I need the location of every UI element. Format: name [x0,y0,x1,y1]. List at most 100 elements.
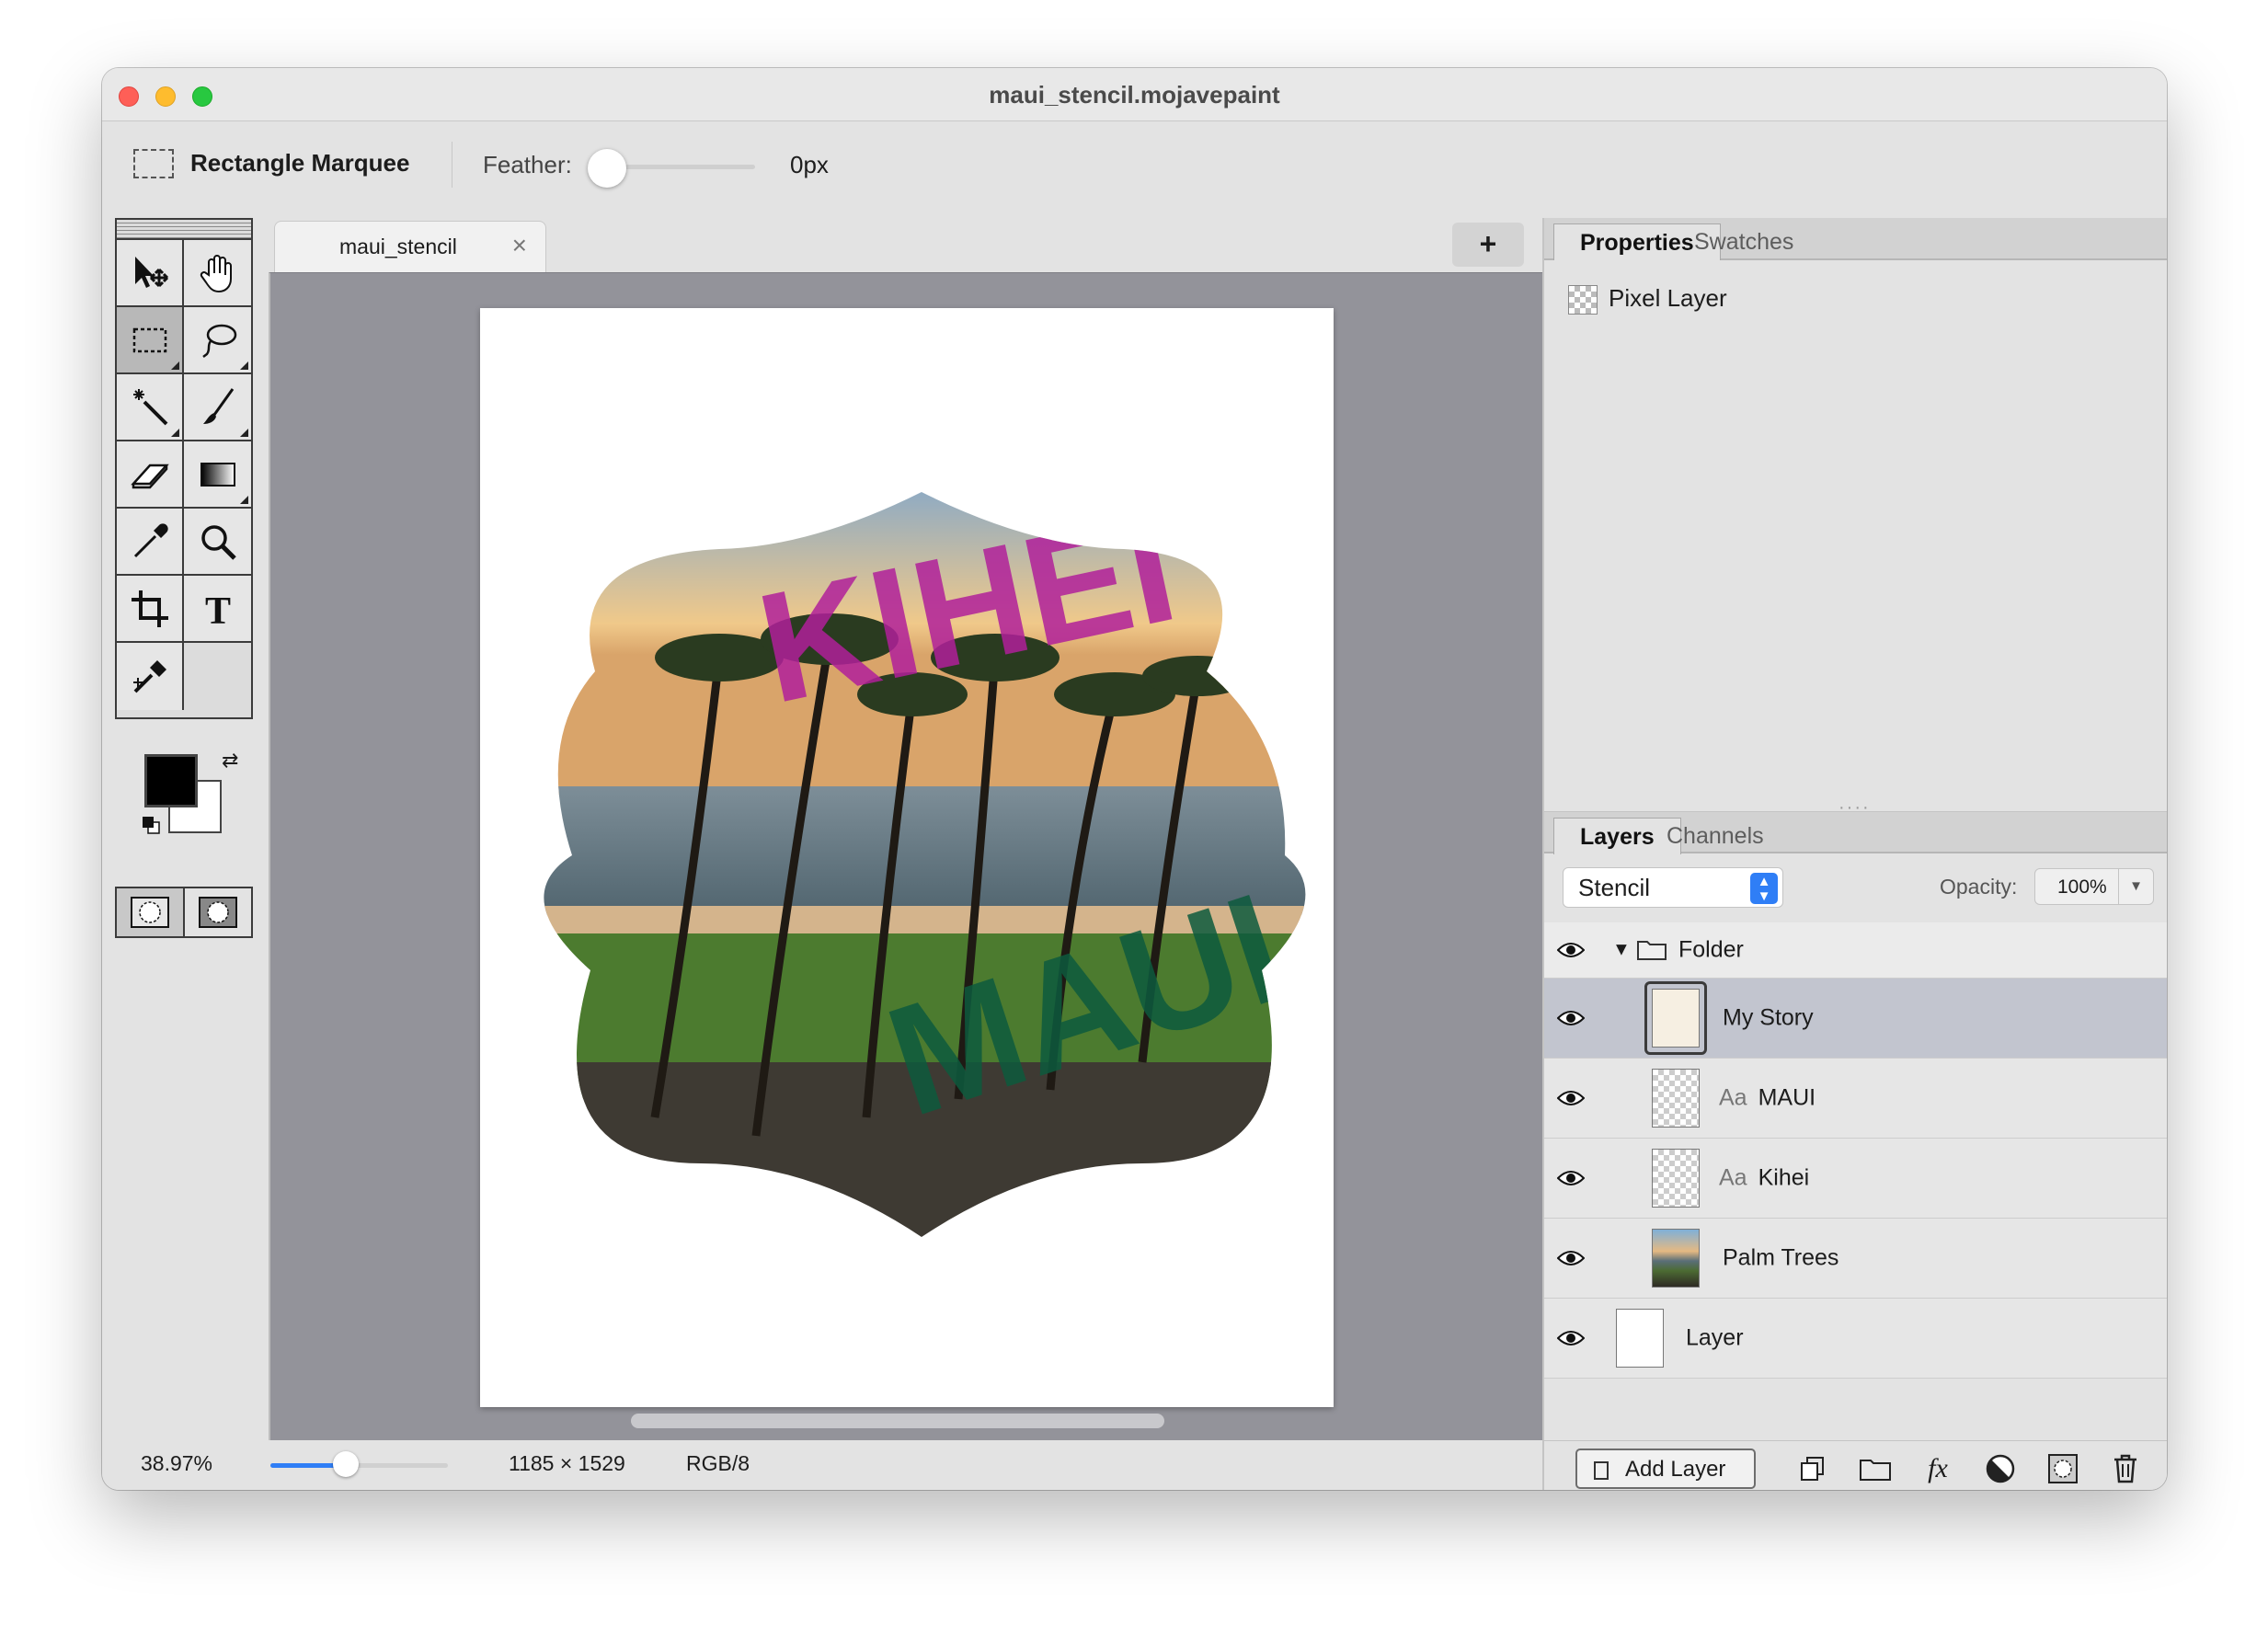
clone-stamp-tool[interactable] [117,643,184,710]
text-icon: T [204,590,230,631]
brush-icon [202,387,234,424]
layers-bottom-bar: Add Layer fx [1544,1440,2167,1490]
eyedropper-tool[interactable] [117,509,184,576]
layer-row-palm-trees[interactable]: Palm Trees [1544,1219,2167,1299]
empty-tool-slot [184,643,251,710]
new-folder-button[interactable] [1857,1450,1894,1487]
layer-name: MAUI [1758,1084,1816,1111]
layer-row-maui[interactable]: Aa MAUI [1544,1059,2167,1139]
toolbox: T [115,218,253,719]
color-mode: RGB/8 [686,1451,750,1475]
zoom-tool[interactable] [184,509,251,576]
layers-tabbar: Layers Channels [1544,811,2167,854]
magic-wand-tool[interactable] [117,374,184,441]
toolbox-grip[interactable] [117,220,251,240]
right-panel: Properties Swatches Pixel Layer ···· Lay… [1542,218,2167,1490]
trash-icon [2114,1454,2136,1483]
layer-name: My Story [1723,1004,1814,1031]
zoom-level: 38.97% [141,1451,213,1475]
title-bar: maui_stencil.mojavepaint [102,68,2167,121]
selection-mode-group [115,887,253,938]
layer-row-my-story[interactable]: My Story [1544,979,2167,1059]
brush-tool[interactable] [184,374,251,441]
canvas-area[interactable]: KIHEI MAUI [269,272,1644,1440]
text-tool[interactable]: T [184,576,251,643]
eye-icon[interactable] [1557,941,1585,959]
layer-row-layer[interactable]: Layer [1544,1299,2167,1379]
options-bar: Rectangle Marquee Feather: 0px [102,121,2167,210]
feather-slider-knob[interactable] [588,149,626,188]
zoom-icon [200,524,236,560]
text-layer-icon: Aa [1719,1164,1747,1191]
mask-icon [2048,1454,2078,1483]
layer-type-label: Pixel Layer [1568,284,1727,315]
move-tool[interactable] [117,240,184,307]
mask-button[interactable] [2045,1450,2081,1487]
eye-icon[interactable] [1557,1089,1585,1107]
new-tab-button[interactable]: + [1452,223,1524,267]
opacity-field[interactable]: 100% ▼ [2034,868,2154,905]
swap-colors-icon[interactable]: ⇄ [222,749,238,773]
marquee-icon [132,327,166,352]
layer-name: Kihei [1758,1164,1810,1191]
feather-value: 0px [790,151,829,178]
hand-tool[interactable] [184,240,251,307]
layer-row-folder[interactable]: ▼ Folder [1544,922,2167,979]
duplicate-layer-button[interactable] [1794,1450,1831,1487]
document-tab[interactable]: maui_stencil × [274,221,546,272]
document-page[interactable]: KIHEI MAUI [480,308,1334,1407]
layer-thumbnail [1616,1309,1664,1368]
marquee-icon[interactable] [133,149,174,178]
opacity-label: Opacity: [1940,875,2018,899]
magic-wand-icon [132,388,167,425]
add-layer-button[interactable]: Add Layer [1575,1449,1756,1489]
eye-icon[interactable] [1557,1169,1585,1187]
close-tab-icon[interactable]: × [512,231,527,260]
opacity-dropdown-icon[interactable]: ▼ [2118,869,2153,904]
color-swatches: ⇄ [115,749,253,850]
eye-icon[interactable] [1557,1009,1585,1027]
tab-swatches[interactable]: Swatches [1668,223,1819,260]
blend-mode-select[interactable]: Stencil ▲ ▼ [1563,867,1783,908]
eye-icon[interactable] [1557,1249,1585,1267]
svg-text:T: T [204,590,230,631]
crop-icon [131,590,168,627]
current-tool-name: Rectangle Marquee [190,149,410,177]
layer-name: Folder [1678,936,1744,963]
lasso-tool[interactable] [184,307,251,374]
delete-layer-button[interactable] [2107,1450,2144,1487]
eraser-tool[interactable] [117,441,184,509]
layer-name-group: Aa MAUI [1719,1085,1816,1112]
rectangle-marquee-tool[interactable] [117,307,184,374]
gradient-tool[interactable] [184,441,251,509]
disclosure-triangle-icon[interactable]: ▼ [1612,940,1631,961]
quick-mask-mode-button[interactable] [185,888,251,936]
eyedropper-icon [133,522,168,557]
app-window: maui_stencil.mojavepaint Rectangle Marqu… [102,68,2167,1490]
properties-tabbar: Properties Swatches [1544,218,2167,260]
standard-mode-button[interactable] [117,888,185,936]
layer-name: Layer [1686,1324,1744,1351]
crop-tool[interactable] [117,576,184,643]
document-dimensions: 1185 × 1529 [509,1451,625,1475]
layer-name-group: Aa Kihei [1719,1165,1809,1192]
default-colors-icon[interactable] [141,815,161,835]
layer-thumbnail [1652,1069,1700,1128]
folder-icon [1637,941,1667,960]
zoom-slider-knob[interactable] [333,1451,359,1477]
layers-list: ▼ Folder My Story Aa MAUI Aa Kihei Palm … [1544,922,2167,1379]
horizontal-scrollbar[interactable] [631,1414,1164,1428]
new-folder-icon [1860,1460,1891,1481]
layer-row-kihei[interactable]: Aa Kihei [1544,1139,2167,1219]
layer-thumbnail [1652,1149,1700,1208]
clone-stamp-icon [132,659,166,693]
foreground-color[interactable] [144,754,198,807]
tab-channels[interactable]: Channels [1641,818,1790,854]
status-bar: 38.97% 1185 × 1529 RGB/8 [102,1440,1644,1490]
fx-icon[interactable]: fx [1919,1450,1956,1487]
feather-label: Feather: [483,151,572,178]
eye-icon[interactable] [1557,1329,1585,1347]
adjustment-button[interactable] [1982,1450,2019,1487]
document-tab-label: maui_stencil [339,235,457,258]
gradient-icon [200,462,235,487]
